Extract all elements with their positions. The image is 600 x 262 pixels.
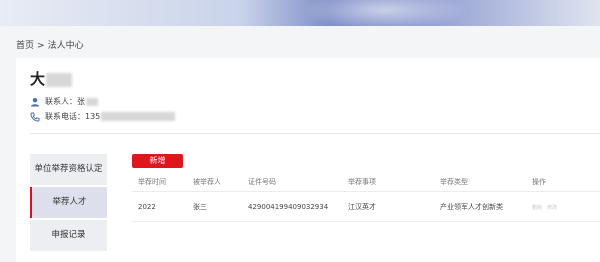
edit-link[interactable]: 修改	[547, 205, 557, 211]
recommendation-table: 举荐时间 被举荐人 证件号码 举荐事项 举荐类型 操作 2022 张三 4290…	[132, 172, 600, 222]
header-person: 被举荐人	[193, 177, 221, 186]
breadcrumb-home[interactable]: 首页	[16, 41, 34, 51]
redacted-contact	[86, 97, 98, 106]
organization-name: 大	[30, 68, 73, 89]
phone-value: 135	[85, 112, 101, 121]
breadcrumb: 首页 > 法人中心	[16, 38, 84, 51]
cell-person: 张三	[193, 202, 207, 211]
breadcrumb-current: 法人中心	[47, 41, 84, 51]
table-row: 2022 张三 429004199409032934 江汉英才 产业领军人才创新…	[132, 192, 600, 222]
user-icon	[30, 97, 40, 107]
cell-item: 江汉英才	[348, 202, 376, 211]
menu-item-application-records[interactable]: 申报记录	[30, 220, 107, 251]
header-time: 举荐时间	[138, 177, 166, 186]
section-divider	[30, 133, 600, 134]
breadcrumb-separator: >	[37, 41, 45, 51]
contact-value: 张	[77, 97, 85, 106]
menu-item-recommend-talent[interactable]: 举荐人才	[30, 187, 107, 218]
phone-icon	[30, 112, 40, 122]
cell-type: 产业领军人才创新类	[440, 202, 503, 211]
delete-link[interactable]: 删除	[532, 205, 542, 211]
side-menu: 单位举荐资格认定 举荐人才 申报记录	[30, 154, 107, 251]
header-actions: 操作	[532, 177, 546, 186]
contact-person-row: 联系人： 张	[30, 96, 98, 107]
table-header: 举荐时间 被举荐人 证件号码 举荐事项 举荐类型 操作	[132, 172, 600, 192]
add-button[interactable]: 新增	[132, 154, 183, 168]
organization-name-text: 大	[30, 70, 46, 88]
legal-person-card: 大 联系人： 张 联系电话： 135 单位举荐资格认定 举荐人才 申报记录 新增	[16, 58, 600, 262]
menu-item-qualification[interactable]: 单位举荐资格认定	[30, 154, 107, 185]
phone-row: 联系电话： 135	[30, 111, 176, 122]
cell-time: 2022	[138, 202, 156, 211]
header-type: 举荐类型	[440, 177, 468, 186]
header-id-number: 证件号码	[248, 177, 276, 186]
phone-label: 联系电话：	[45, 112, 85, 121]
cell-id-number: 429004199409032934	[248, 202, 329, 211]
banner-decoration	[300, 0, 470, 26]
redacted-phone	[101, 112, 176, 121]
header-item: 举荐事项	[348, 177, 376, 186]
redacted-name	[46, 72, 73, 87]
contact-label: 联系人：	[45, 97, 77, 106]
header-banner	[0, 0, 600, 26]
cell-actions: 删除 修改	[532, 203, 562, 211]
